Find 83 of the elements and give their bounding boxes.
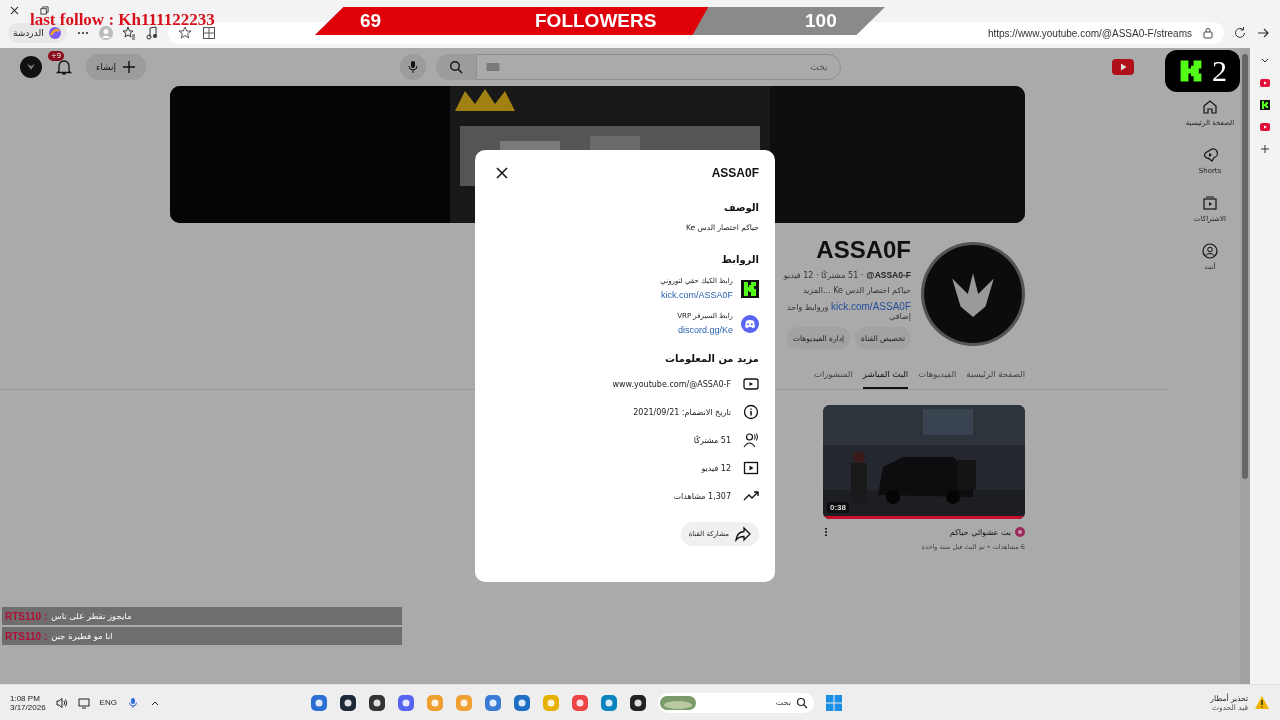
detail-text: 12 فيديو [701, 463, 731, 473]
channel-handle: @ASSA0-F [866, 270, 911, 280]
url-text: https://www.youtube.com/@ASSA0-F/streams [986, 27, 1192, 39]
avatar-icon[interactable] [20, 56, 42, 78]
channel-description[interactable]: حياكم اختصار الدس Ke ...المزيد [802, 286, 911, 295]
channel-name: ASSA0F [816, 236, 911, 264]
clock-date: 3/17/2026 [10, 702, 46, 712]
app-icon[interactable] [368, 693, 386, 712]
chat-message: مايجوز تقطر على ناس [51, 611, 132, 621]
shorts-icon [1202, 147, 1218, 163]
chat-username: RTS110 : [5, 630, 48, 642]
close-icon[interactable] [495, 166, 509, 180]
followers-label: FOLLOWERS [535, 10, 657, 32]
windows-start-icon[interactable] [825, 693, 843, 712]
plus-icon[interactable] [1260, 144, 1270, 154]
music-icon[interactable] [144, 26, 159, 40]
split-screen-icon [201, 26, 216, 40]
bell-icon[interactable] [54, 57, 74, 77]
app-icon[interactable] [339, 693, 357, 712]
app-icon[interactable] [629, 693, 647, 712]
youtube-icon[interactable] [1260, 122, 1270, 132]
video-icon [743, 460, 759, 476]
section-heading: مزيد من المعلومات [665, 353, 759, 364]
kick-logo-icon [741, 279, 759, 298]
search-button[interactable] [435, 54, 476, 80]
clock-time: 1:08 PM [10, 693, 41, 703]
share-icon [735, 526, 751, 542]
link-url[interactable]: discord.gg/Ke [677, 325, 733, 335]
close-icon[interactable] [10, 5, 19, 15]
home-icon [1202, 99, 1218, 115]
monitor-icon[interactable] [77, 696, 90, 709]
lock-icon [1202, 27, 1214, 39]
chat-username: RTS110 : [5, 610, 48, 622]
video-title[interactable]: بث عشوائي حياكم [949, 527, 1011, 537]
followers-goal: 100 [805, 10, 837, 32]
play-box-icon [743, 376, 759, 392]
detail-text: تاريخ الانضمام: 2021/09/21 [633, 407, 731, 417]
scrollbar-thumb[interactable] [1242, 54, 1248, 479]
search-field[interactable]: بحث [475, 54, 841, 80]
forward-icon[interactable] [1256, 26, 1270, 40]
person-icon [743, 432, 759, 448]
detail-text: www.youtube.com/@ASSA0-F [612, 379, 731, 389]
refresh-icon[interactable] [1233, 26, 1247, 40]
taskbar-search[interactable]: بحث [658, 692, 814, 713]
info-icon [743, 404, 759, 420]
plus-icon [122, 60, 136, 74]
star-icon [177, 26, 192, 40]
channel-tab[interactable]: المنشورات [813, 363, 853, 389]
search-icon [796, 696, 808, 709]
video-duration: 0:38 [827, 502, 849, 513]
dialog-title: ASSA0F [711, 166, 759, 180]
chat-message: انا مو فطيرة جبن [51, 631, 113, 641]
channel-tab[interactable]: الصفحة الرئيسية [966, 363, 1025, 389]
channel-tab[interactable]: الفيديوهات [918, 363, 957, 389]
link-url[interactable]: kick.com/ASSA0F [660, 290, 733, 300]
live-icon [1015, 527, 1025, 537]
kick-logo-icon [1178, 58, 1204, 84]
search-icon [448, 60, 463, 74]
speaker-icon[interactable] [55, 696, 68, 709]
youtube-logo-icon [1112, 59, 1134, 75]
restore-icon[interactable] [40, 5, 49, 15]
create-button[interactable]: إنشاء [86, 54, 146, 80]
section-heading: الروابط [721, 254, 759, 265]
kick-icon[interactable] [1260, 100, 1270, 110]
discord-logo-icon [741, 314, 759, 333]
microphone-icon [405, 60, 420, 74]
account-icon [1202, 243, 1218, 259]
language-indicator[interactable]: ENG [99, 698, 117, 707]
microphone-button[interactable] [399, 54, 426, 80]
favorites-icon[interactable] [121, 26, 136, 40]
subscriptions-icon [1202, 195, 1218, 211]
copilot-icon [47, 26, 62, 40]
search-highlight-icon [660, 695, 696, 710]
channel-link[interactable]: kick.com/ASSA0F [830, 301, 911, 312]
kick-count: 2 [1212, 54, 1227, 88]
channel-stats: · 51 مشتركًا · 12 فيديو [783, 271, 864, 280]
section-heading: الوصف [723, 202, 759, 213]
followers-count: 69 [360, 10, 382, 32]
warning-icon[interactable] [1254, 694, 1270, 711]
youtube-icon[interactable] [1260, 78, 1270, 88]
detail-text: 1,307 مشاهدات [673, 491, 731, 501]
microphone-icon[interactable] [126, 696, 139, 709]
detail-text: 51 مشتركًا [693, 435, 731, 445]
